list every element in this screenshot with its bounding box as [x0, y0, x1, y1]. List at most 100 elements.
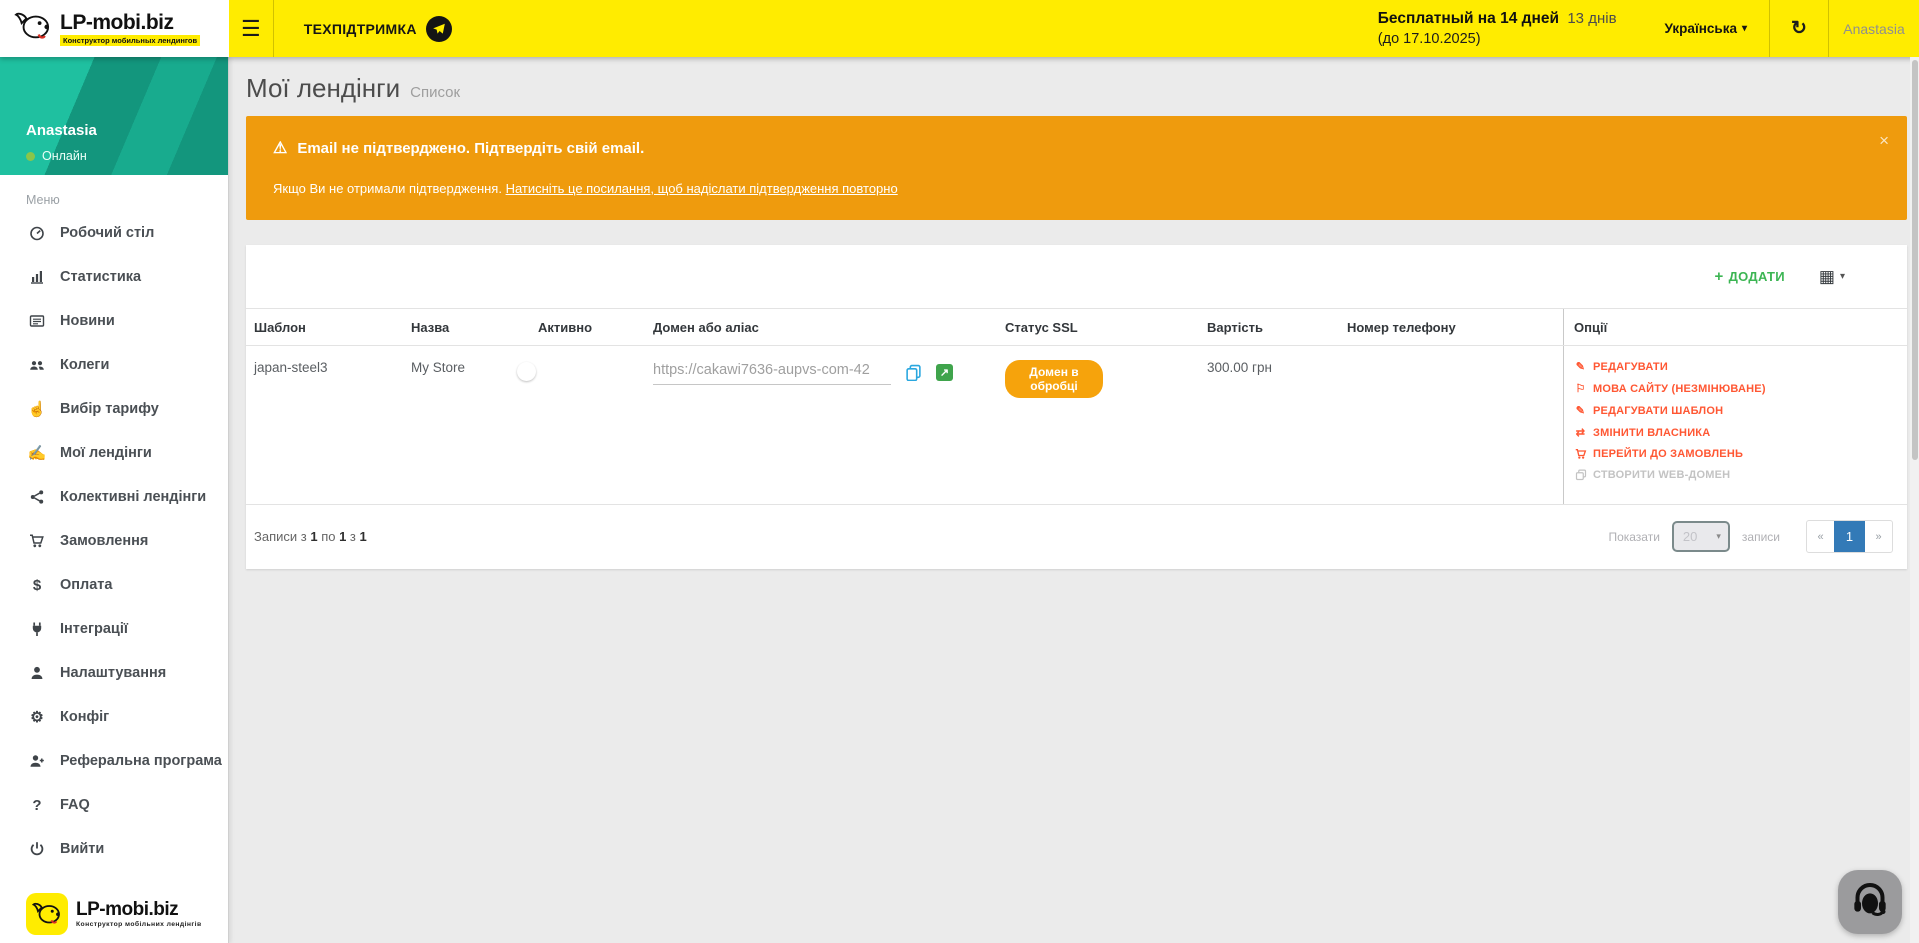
scrollbar[interactable] [1910, 57, 1919, 943]
sidebar-item-tariff[interactable]: ☝ Вибір тарифу [0, 387, 228, 431]
sidebar-item-logout[interactable]: Вийти [0, 827, 228, 871]
table-footer: Записи з 1 по 1 з 1 Показати 20 ▾ записи… [246, 505, 1907, 569]
columns-toggle-button[interactable]: ▦ ▾ [1819, 267, 1845, 287]
trial-until: (до 17.10.2025) [1378, 29, 1617, 49]
option-label: ЗМІНИТИ ВЛАСНИКА [1593, 427, 1710, 439]
cell-name: My Store [403, 346, 530, 504]
sidebar-item-label: Конфіг [60, 709, 109, 725]
sidebar-item-orders[interactable]: Замовлення [0, 519, 228, 563]
cart-icon [1574, 448, 1587, 460]
app-logo[interactable]: LP-mobi.biz Конструктор мобильных лендин… [0, 0, 229, 57]
option-label: РЕДАГУВАТИ [1593, 361, 1668, 373]
toggle-knob [517, 362, 536, 381]
support-chat-button[interactable] [1838, 870, 1902, 934]
sidebar-item-settings[interactable]: Налаштування [0, 651, 228, 695]
option-label: РЕДАГУВАТИ ШАБЛОН [1593, 405, 1723, 417]
telegram-icon [426, 16, 452, 42]
sidebar-item-stats[interactable]: Статистика [0, 255, 228, 299]
close-icon[interactable]: × [1879, 132, 1889, 149]
domain-input[interactable] [653, 360, 891, 385]
sidebar-item-payment[interactable]: $ Оплата [0, 563, 228, 607]
sidebar-item-label: Статистика [60, 269, 141, 285]
option-site-language[interactable]: ⚐ МОВА САЙТУ (НЕЗМІНЮВАНЕ) [1574, 382, 1899, 395]
option-change-owner[interactable]: ⇄ ЗМІНИТИ ВЛАСНИКА [1574, 426, 1899, 439]
online-dot-icon [26, 152, 35, 161]
add-button-label: ДОДАТИ [1729, 269, 1785, 284]
sidebar-item-collective-landings[interactable]: Колективні лендінги [0, 475, 228, 519]
sidebar-item-label: Мої лендінги [60, 445, 152, 461]
edit-icon: ✎ [1574, 360, 1587, 373]
dog-mascot-icon [14, 9, 52, 48]
warning-icon: ⚠ [273, 138, 287, 158]
user-plus-icon [26, 753, 48, 769]
sidebar-item-referral[interactable]: Реферальна програма [0, 739, 228, 783]
grid-icon: ▦ [1819, 267, 1835, 287]
exchange-icon: ⇄ [1574, 426, 1587, 439]
pagination-page-1[interactable]: 1 [1834, 521, 1865, 552]
chevron-down-icon: ▾ [1742, 23, 1747, 34]
cogs-icon: ⚙ [26, 708, 48, 726]
page-subtitle: Список [410, 84, 460, 101]
resend-confirmation-link[interactable]: Натисніть це посилання, щоб надіслати пі… [506, 181, 898, 196]
column-header: Активно [530, 309, 645, 345]
column-header: Шаблон [246, 309, 403, 345]
trial-info: Бесплатный на 14 дней 13 днів (до 17.10.… [1378, 9, 1617, 49]
hamburger-icon[interactable]: ☰ [229, 0, 273, 57]
sidebar-item-colleagues[interactable]: Колеги [0, 343, 228, 387]
page-size-value: 20 [1683, 529, 1697, 544]
sidebar-item-integrations[interactable]: Інтеграції [0, 607, 228, 651]
option-go-to-orders[interactable]: ПЕРЕЙТИ ДО ЗАМОВЛЕНЬ [1574, 448, 1899, 460]
ssl-status-badge: Домен в обробці [1005, 360, 1103, 398]
sidebar-item-label: Замовлення [60, 533, 148, 549]
option-create-web-domain: СТВОРИТИ WEB-ДОМЕН [1574, 469, 1899, 481]
column-header: Вартість [1199, 309, 1339, 345]
alert-title-text: Email не підтверджено. Підтвердіть свій … [297, 140, 644, 157]
topbar-username[interactable]: Anastasia [1829, 21, 1919, 37]
table-header-row: Шаблон Назва Активно Домен або аліас Ста… [246, 309, 1907, 346]
hand-pointer-icon: ☝ [26, 400, 48, 418]
option-label: ПЕРЕЙТИ ДО ЗАМОВЛЕНЬ [1593, 448, 1743, 460]
menu-section-label: Меню [26, 193, 228, 207]
footer-logo-subtitle: Конструктор мобільних лендінгів [76, 921, 202, 928]
sidebar-item-my-landings[interactable]: ✍ Мої лендінги [0, 431, 228, 475]
sidebar-footer-logo: LP-mobi.biz Конструктор мобільних лендін… [18, 884, 210, 943]
copy-icon[interactable] [905, 364, 922, 381]
sidebar-item-label: Вийти [60, 841, 104, 857]
option-edit-template[interactable]: ✎ РЕДАГУВАТИ ШАБЛОН [1574, 404, 1899, 417]
column-header: Назва [403, 309, 530, 345]
pagination-next[interactable]: » [1865, 521, 1892, 552]
scrollbar-thumb[interactable] [1912, 60, 1918, 460]
question-icon: ? [26, 797, 48, 814]
refresh-icon[interactable]: ↻ [1770, 17, 1828, 40]
column-header: Домен або аліас [645, 309, 997, 345]
main-content: Мої лендінги Список ⚠ Email не підтвердж… [229, 57, 1919, 943]
sidebar-item-label: Налаштування [60, 665, 166, 681]
external-link-icon[interactable]: ↗ [936, 364, 953, 381]
support-link[interactable]: ТЕХПІДТРИМКА [274, 16, 472, 42]
sidebar-item-config[interactable]: ⚙ Конфіг [0, 695, 228, 739]
pagination-prev[interactable]: « [1807, 521, 1834, 552]
card-toolbar: + ДОДАТИ ▦ ▾ [246, 245, 1907, 308]
sidebar-item-dashboard[interactable]: Робочий стіл [0, 211, 228, 255]
option-label: МОВА САЙТУ (НЕЗМІНЮВАНЕ) [1593, 383, 1766, 395]
sidebar-user-status: Онлайн [26, 149, 87, 163]
email-warning-banner: ⚠ Email не підтверджено. Підтвердіть сві… [246, 116, 1907, 220]
option-label: СТВОРИТИ WEB-ДОМЕН [1593, 469, 1730, 481]
dollar-icon: $ [26, 577, 48, 594]
page-size-select[interactable]: 20 ▾ [1672, 521, 1730, 552]
column-header: Опції [1563, 309, 1907, 345]
cell-phone [1339, 346, 1563, 504]
headset-icon [1850, 880, 1890, 925]
trial-days-left: 13 днів [1567, 10, 1616, 27]
column-header: Номер телефону [1339, 309, 1563, 345]
sidebar-item-news[interactable]: Новини [0, 299, 228, 343]
dashboard-icon [26, 225, 48, 241]
add-button[interactable]: + ДОДАТИ [1715, 268, 1785, 285]
option-edit[interactable]: ✎ РЕДАГУВАТИ [1574, 360, 1899, 373]
alert-body-text: Якщо Ви не отримали підтвердження. [273, 181, 506, 196]
language-selector[interactable]: Українська ▾ [1643, 21, 1769, 36]
sidebar-item-label: Інтеграції [60, 621, 128, 637]
sidebar-item-faq[interactable]: ? FAQ [0, 783, 228, 827]
dog-mascot-icon [26, 893, 68, 935]
records-info: Записи з 1 по 1 з 1 [254, 529, 367, 544]
